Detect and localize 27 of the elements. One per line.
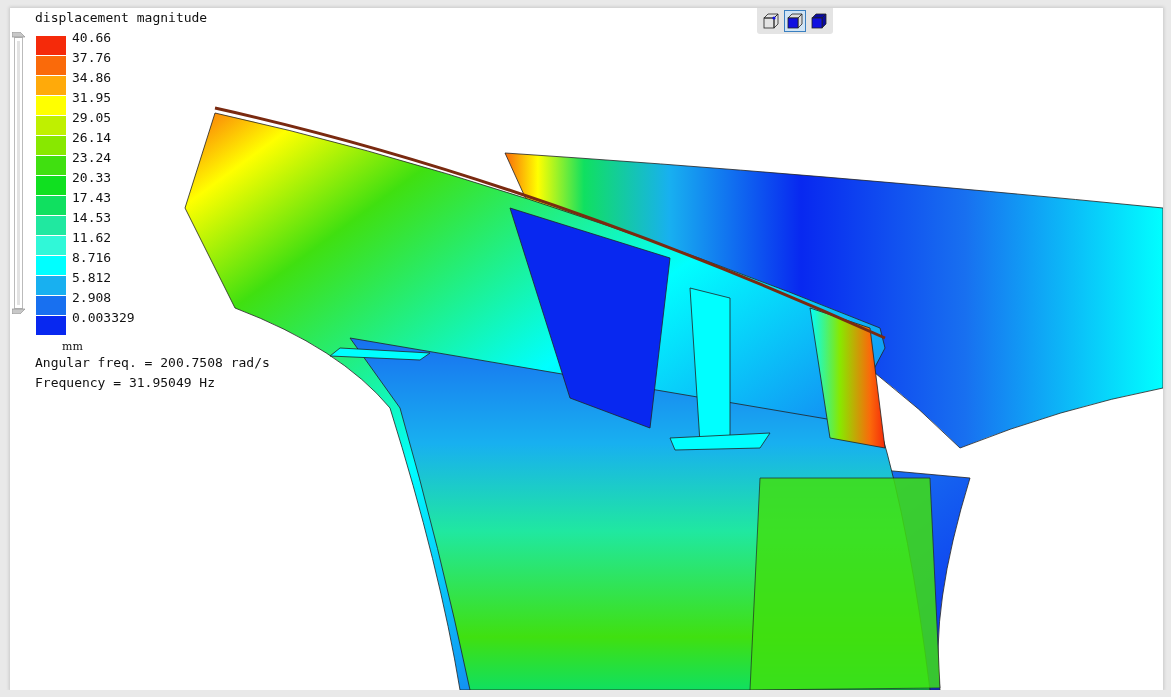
view-mode-button[interactable] — [784, 10, 806, 32]
unit-label: mm — [62, 340, 84, 353]
legend-value: 40.66 — [72, 29, 113, 47]
cube-icon — [787, 13, 803, 29]
legend-title: displacement magnitude — [34, 10, 209, 26]
cube-icon — [763, 13, 779, 29]
legend-value: 0.003329 — [72, 309, 135, 327]
legend-value: 17.43 — [72, 189, 113, 207]
legend-value: 34.86 — [72, 69, 113, 87]
legend-value: 11.62 — [72, 229, 113, 247]
view-mode-button[interactable] — [760, 10, 782, 32]
legend-value: 20.33 — [72, 169, 113, 187]
slider-handle[interactable] — [12, 32, 26, 38]
legend-value: 5.812 — [72, 269, 113, 287]
legend-value: 23.24 — [72, 149, 113, 167]
cube-icon — [811, 13, 827, 29]
legend-value: 26.14 — [72, 129, 113, 147]
slider-handle[interactable] — [12, 308, 26, 314]
view-mode-button[interactable] — [808, 10, 830, 32]
legend-value: 29.05 — [72, 109, 113, 127]
legend-value: 14.53 — [72, 209, 113, 227]
frequency-readout: Angular freq. = 200.7508 rad/s — [34, 354, 270, 372]
frequency-readout: Frequency = 31.95049 Hz — [34, 374, 216, 392]
legend-value: 37.76 — [72, 49, 113, 67]
legend-value: 2.908 — [72, 289, 113, 307]
legend-value: 8.716 — [72, 249, 113, 267]
legend-value: 31.95 — [72, 89, 113, 107]
